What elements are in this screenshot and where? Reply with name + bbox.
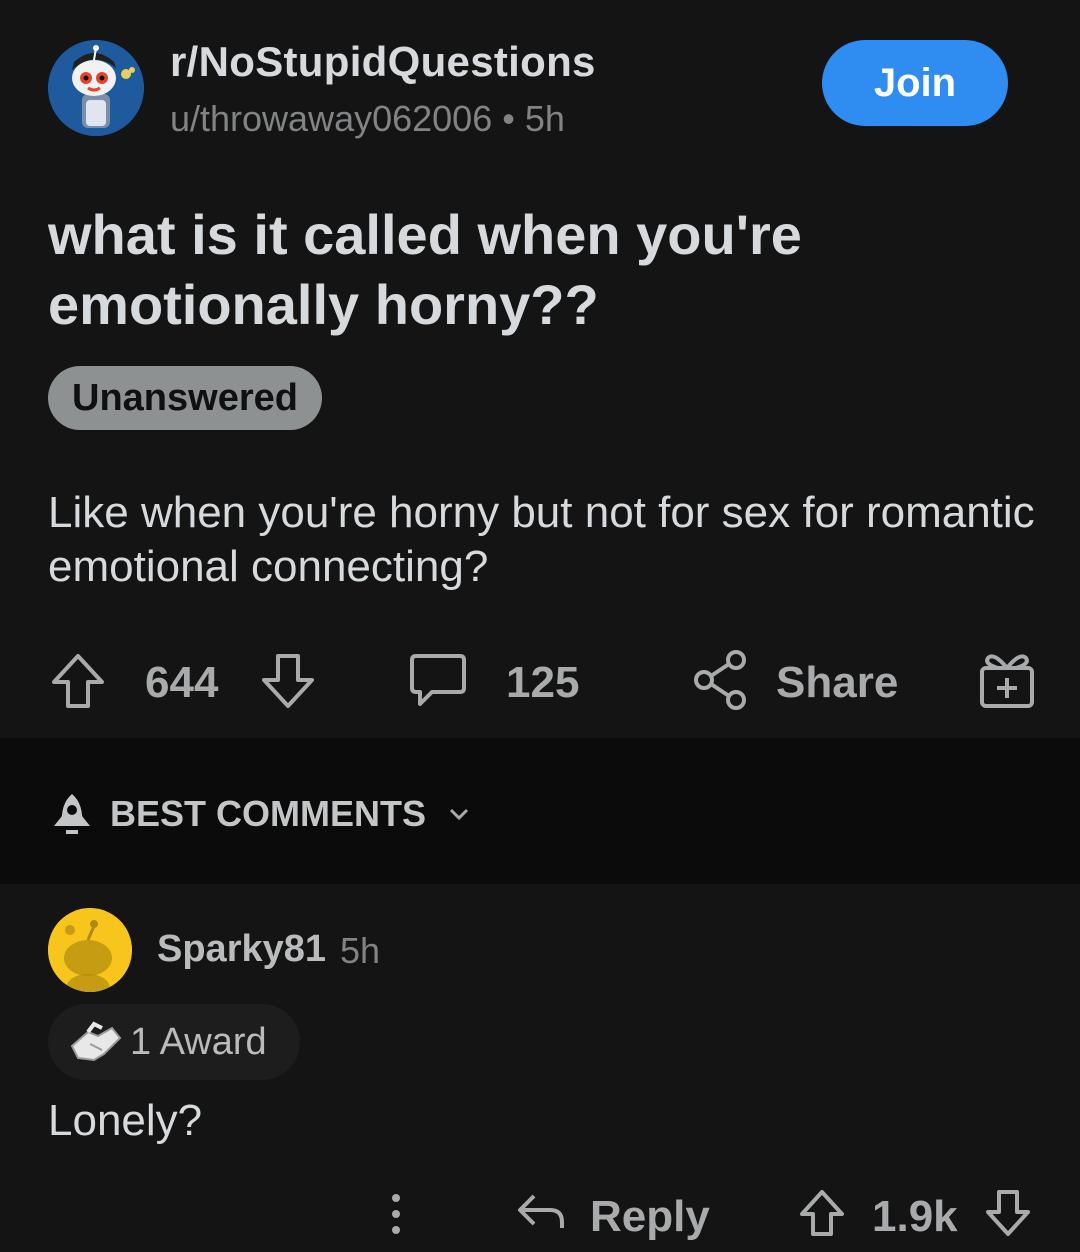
more-options-icon[interactable] (388, 1190, 404, 1240)
post-age: 5h (524, 98, 565, 139)
post-score: 644 (145, 658, 219, 707)
chevron-down-icon (448, 806, 470, 822)
upvote-icon[interactable] (50, 652, 106, 710)
downvote-icon[interactable] (260, 652, 316, 710)
handshake-award-icon (68, 1020, 124, 1064)
comment-body: Lonely? (48, 1096, 203, 1145)
award-label: 1 Award (130, 1020, 267, 1063)
share-icon[interactable] (692, 648, 750, 712)
share-button[interactable]: Share (776, 658, 898, 708)
award-badge[interactable]: 1 Award (48, 1004, 300, 1080)
comment-age: 5h (340, 930, 381, 971)
comment-action-bar: Reply 1.9k (0, 1182, 1080, 1252)
reply-icon[interactable] (516, 1190, 566, 1234)
rocket-icon (48, 790, 96, 838)
join-button[interactable]: Join (822, 40, 1008, 126)
reply-button[interactable]: Reply (590, 1192, 710, 1242)
comment-sort-bar: BEST COMMENTS (0, 738, 1080, 884)
comment-upvote-icon[interactable] (798, 1188, 846, 1238)
post-card: r/NoStupidQuestions u/throwaway062006 • … (0, 0, 1080, 738)
comment-score: 1.9k (872, 1192, 958, 1241)
sort-label: BEST COMMENTS (110, 793, 427, 834)
post-flair[interactable]: Unanswered (48, 366, 322, 430)
comment-sort-selector[interactable]: BEST COMMENTS (48, 790, 470, 838)
post-title: what is it called when you're emotionall… (48, 203, 802, 336)
post-meta: u/throwaway062006 • 5h (170, 98, 565, 140)
post-body: Like when you're horny but not for sex f… (48, 488, 1035, 591)
comment-count[interactable]: 125 (506, 658, 579, 708)
comment: Sparky81 5h 1 Award Lonely? Reply 1.9k (0, 884, 1080, 1244)
comment-author[interactable]: Sparky81 (157, 928, 326, 971)
comment-downvote-icon[interactable] (984, 1188, 1032, 1238)
post-author[interactable]: u/throwaway062006 (170, 98, 492, 139)
post-action-bar: 644 125 Share (0, 640, 1080, 724)
subreddit-name[interactable]: r/NoStupidQuestions (170, 38, 596, 86)
gift-award-icon[interactable] (978, 648, 1036, 710)
comment-icon[interactable] (408, 650, 468, 710)
meta-separator: • (502, 98, 515, 139)
subreddit-avatar[interactable] (48, 40, 144, 136)
commenter-avatar[interactable] (48, 908, 132, 992)
